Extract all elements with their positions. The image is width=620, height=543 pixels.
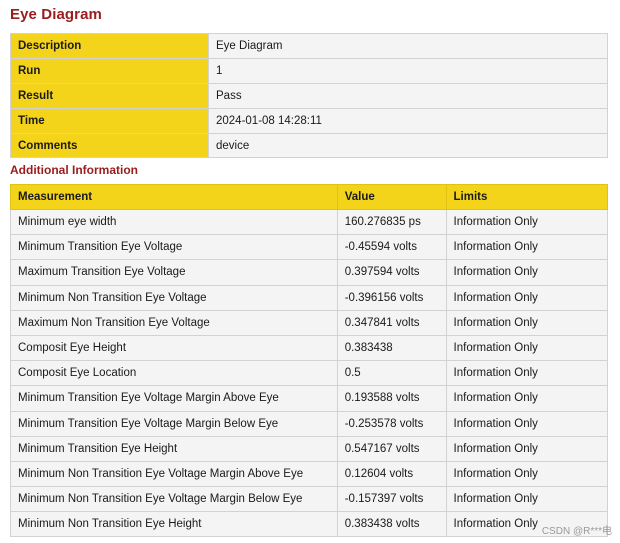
table-row: Minimum Non Transition Eye Voltage Margi… [10, 460, 609, 488]
measurement-limits: Information Only [445, 259, 609, 286]
measurement-limits: Information Only [445, 309, 609, 336]
summary-table: Description Eye Diagram Run 1 Result Pas… [10, 33, 608, 159]
measurement-limits: Information Only [445, 460, 609, 488]
table-row: Minimum eye width 160.276835 ps Informat… [10, 208, 609, 236]
measurement-value: 0.547167 volts [336, 435, 447, 462]
summary-value: Eye Diagram [208, 33, 608, 59]
summary-value: device [208, 132, 608, 159]
summary-value: 1 [208, 57, 608, 84]
measurement-value: 0.347841 volts [336, 309, 447, 336]
table-row: Maximum Transition Eye Voltage 0.397594 … [10, 259, 609, 286]
measurement-name: Minimum Non Transition Eye Voltage [10, 284, 338, 311]
summary-row: Description Eye Diagram [10, 33, 608, 59]
measurement-value: 0.397594 volts [336, 259, 447, 286]
measurement-name: Minimum Transition Eye Height [10, 435, 338, 462]
measurement-limits: Information Only [445, 360, 609, 387]
summary-value: 2024-01-08 14:28:11 [208, 107, 608, 134]
measurement-value: -0.157397 volts [336, 486, 447, 513]
measurement-limits: Information Only [445, 334, 609, 362]
source-watermark: CSDN @R***电 [541, 526, 612, 537]
summary-key: Run [10, 57, 209, 84]
measurement-name: Maximum Transition Eye Voltage [10, 259, 338, 286]
summary-key: Result [10, 82, 209, 109]
summary-row: Comments device [10, 132, 608, 159]
measurement-limits: Information Only [445, 234, 609, 261]
summary-key: Description [10, 33, 209, 59]
measurement-limits: Information Only [445, 486, 609, 513]
column-header-limits: Limits [445, 184, 609, 210]
summary-row: Result Pass [10, 82, 608, 109]
table-row: Minimum Transition Eye Voltage Margin Ab… [10, 385, 609, 412]
measurement-name: Minimum Transition Eye Voltage Margin Ab… [10, 385, 338, 412]
column-header-value: Value [336, 184, 447, 210]
column-header-measurement: Measurement [10, 184, 338, 210]
measurement-value: 0.12604 volts [336, 460, 447, 488]
measurement-value: -0.45594 volts [336, 234, 447, 261]
summary-key: Time [10, 107, 209, 134]
table-row: Minimum Non Transition Eye Voltage -0.39… [10, 284, 609, 311]
summary-key: Comments [10, 132, 209, 159]
measurement-value: -0.253578 volts [336, 410, 447, 437]
measurement-limits: Information Only [445, 208, 609, 236]
measurement-name: Minimum eye width [10, 208, 338, 236]
measurement-name: Composit Eye Location [10, 360, 338, 387]
table-row: Minimum Transition Eye Height 0.547167 v… [10, 435, 609, 462]
measurement-name: Minimum Non Transition Eye Height [10, 511, 338, 538]
measurement-value: 0.383438 volts [336, 511, 447, 538]
table-row: Composit Eye Height 0.383438 Information… [10, 334, 609, 362]
measurement-value: 0.5 [336, 360, 447, 387]
measurement-name: Maximum Non Transition Eye Voltage [10, 309, 338, 336]
measurement-name: Composit Eye Height [10, 334, 338, 362]
additional-info-title: Additional Information [10, 163, 138, 177]
measurement-table: Measurement Value Limits Minimum eye wid… [10, 184, 609, 538]
measurement-name: Minimum Transition Eye Voltage Margin Be… [10, 410, 338, 437]
measurement-limits: Information Only [445, 410, 609, 437]
table-row: Minimum Non Transition Eye Height 0.3834… [10, 511, 609, 538]
table-row: Composit Eye Location 0.5 Information On… [10, 360, 609, 387]
measurement-name: Minimum Non Transition Eye Voltage Margi… [10, 486, 338, 513]
measurement-value: 160.276835 ps [336, 208, 447, 236]
measurement-limits: Information Only [445, 435, 609, 462]
table-row: Minimum Transition Eye Voltage -0.45594 … [10, 234, 609, 261]
table-row: Minimum Non Transition Eye Voltage Margi… [10, 486, 609, 513]
table-header-row: Measurement Value Limits [10, 184, 609, 210]
measurement-value: 0.193588 volts [336, 385, 447, 412]
measurement-name: Minimum Transition Eye Voltage [10, 234, 338, 261]
page-title: Eye Diagram [10, 6, 102, 23]
table-row: Maximum Non Transition Eye Voltage 0.347… [10, 309, 609, 336]
eye-diagram-report: Eye Diagram Description Eye Diagram Run … [0, 0, 620, 543]
summary-value: Pass [208, 82, 608, 109]
measurement-name: Minimum Non Transition Eye Voltage Margi… [10, 460, 338, 488]
summary-row: Run 1 [10, 57, 608, 84]
summary-row: Time 2024-01-08 14:28:11 [10, 107, 608, 134]
measurement-value: -0.396156 volts [336, 284, 447, 311]
measurement-limits: Information Only [445, 385, 609, 412]
measurement-limits: Information Only [445, 284, 609, 311]
measurement-value: 0.383438 [336, 334, 447, 362]
table-row: Minimum Transition Eye Voltage Margin Be… [10, 410, 609, 437]
